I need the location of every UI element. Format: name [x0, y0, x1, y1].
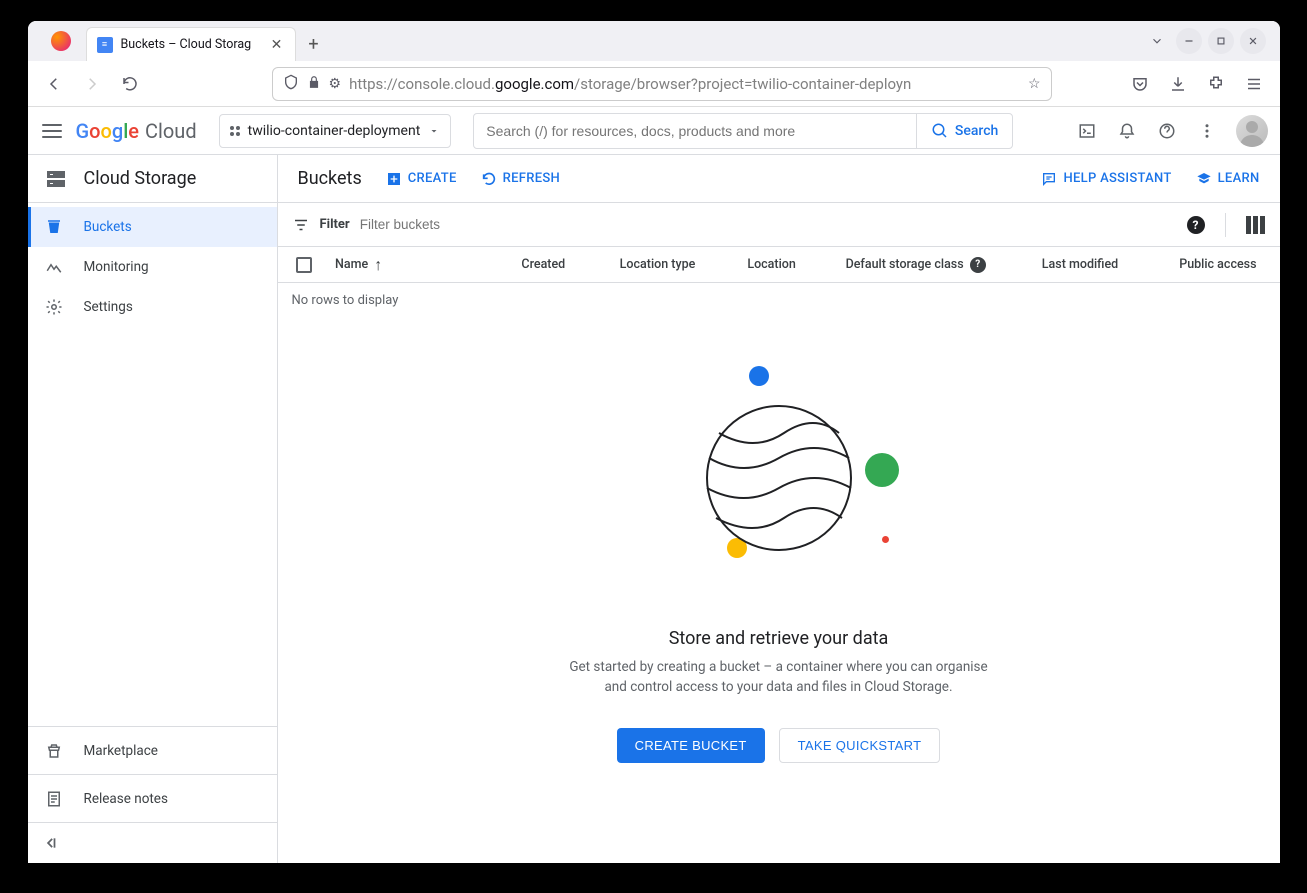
select-all-checkbox[interactable]	[296, 257, 312, 273]
sidebar-header[interactable]: Cloud Storage	[28, 155, 277, 203]
column-public-access[interactable]: Public access	[1171, 257, 1269, 272]
sidebar-item-label: Monitoring	[84, 259, 149, 275]
table-header: Name↑ Created Location type Location Def…	[278, 247, 1280, 283]
tab-favicon-icon: ≡	[97, 37, 113, 53]
create-bucket-button[interactable]: CREATE BUCKET	[617, 728, 765, 763]
project-picker[interactable]: twilio-container-deployment	[219, 114, 452, 148]
empty-state-title: Store and retrieve your data	[669, 628, 889, 649]
search-icon	[931, 122, 949, 140]
shield-icon	[283, 74, 299, 94]
bookmark-icon[interactable]: ☆	[1028, 76, 1041, 92]
browser-tab-bar: ≡ Buckets – Cloud Storag ✕ +	[28, 21, 1280, 61]
avatar[interactable]	[1236, 115, 1268, 147]
column-created[interactable]: Created	[513, 257, 611, 272]
refresh-icon	[481, 171, 497, 187]
learn-icon	[1196, 171, 1212, 187]
cloud-shell-icon[interactable]	[1076, 120, 1098, 142]
close-window-icon[interactable]	[1238, 26, 1268, 56]
gcp-header: Google Cloud twilio-container-deployment…	[28, 107, 1280, 155]
firefox-icon	[36, 21, 86, 61]
take-quickstart-button[interactable]: TAKE QUICKSTART	[779, 728, 941, 763]
collapse-sidebar-button[interactable]	[28, 823, 277, 863]
filter-icon	[292, 216, 310, 234]
column-display-icon[interactable]	[1246, 216, 1266, 234]
notifications-icon[interactable]	[1116, 120, 1138, 142]
tab-title: Buckets – Cloud Storag	[121, 37, 261, 52]
column-location[interactable]: Location	[739, 257, 837, 272]
divider	[1225, 213, 1226, 237]
notes-icon	[44, 789, 64, 809]
search-button[interactable]: Search	[916, 114, 1012, 148]
pocket-icon[interactable]	[1124, 68, 1156, 100]
more-icon[interactable]	[1196, 120, 1218, 142]
create-button[interactable]: CREATE	[386, 171, 457, 187]
sidebar-item-settings[interactable]: Settings	[28, 287, 277, 327]
nav-menu-button[interactable]	[40, 119, 64, 143]
sidebar-item-label: Release notes	[84, 791, 168, 807]
filter-label: Filter	[320, 217, 350, 232]
reload-button[interactable]	[114, 68, 146, 100]
sidebar-item-monitoring[interactable]: Monitoring	[28, 247, 277, 287]
extensions-icon[interactable]	[1200, 68, 1232, 100]
back-button[interactable]	[38, 68, 70, 100]
filter-input[interactable]	[360, 217, 1177, 232]
plus-icon	[386, 171, 402, 187]
url-field[interactable]: ⚙ https://console.cloud.google.com/stora…	[272, 67, 1052, 101]
page-header: Buckets CREATE REFRESH HELP ASSISTANT	[278, 155, 1280, 203]
permissions-icon[interactable]: ⚙	[329, 76, 342, 92]
empty-state-description: Get started by creating a bucket – a con…	[559, 657, 999, 698]
marketplace-icon	[44, 741, 64, 761]
downloads-icon[interactable]	[1162, 68, 1194, 100]
sidebar-item-release-notes[interactable]: Release notes	[28, 775, 277, 823]
chevron-left-icon	[44, 836, 58, 850]
help-icon[interactable]	[1156, 120, 1178, 142]
empty-table-message: No rows to display	[278, 283, 1280, 318]
refresh-button[interactable]: REFRESH	[481, 171, 560, 187]
empty-state: Store and retrieve your data Get started…	[278, 318, 1280, 783]
browser-toolbar: ⚙ https://console.cloud.google.com/stora…	[28, 61, 1280, 107]
minimize-window-icon[interactable]	[1174, 26, 1204, 56]
empty-illustration	[639, 358, 919, 598]
sidebar-item-marketplace[interactable]: Marketplace	[28, 727, 277, 775]
sort-arrow-icon: ↑	[374, 255, 382, 275]
monitoring-icon	[44, 257, 64, 277]
menu-icon[interactable]	[1238, 68, 1270, 100]
chevron-down-icon	[428, 125, 440, 137]
bucket-icon	[44, 217, 64, 237]
column-storage-class[interactable]: Default storage class?	[838, 257, 1034, 273]
filter-bar: Filter ?	[278, 203, 1280, 247]
filter-help-icon[interactable]: ?	[1187, 216, 1205, 234]
column-name[interactable]: Name↑	[327, 255, 513, 275]
gear-icon	[44, 297, 64, 317]
tab-close-icon[interactable]: ✕	[269, 37, 285, 53]
sidebar-item-label: Marketplace	[84, 743, 158, 759]
project-name: twilio-container-deployment	[248, 123, 421, 139]
main-content: Buckets CREATE REFRESH HELP ASSISTANT	[278, 155, 1280, 863]
forward-button[interactable]	[76, 68, 108, 100]
new-tab-button[interactable]: +	[300, 30, 328, 58]
page-title: Buckets	[298, 168, 362, 189]
help-tooltip-icon[interactable]: ?	[970, 257, 986, 273]
cloud-storage-icon	[44, 167, 68, 191]
learn-button[interactable]: LEARN	[1196, 171, 1260, 187]
help-assistant-button[interactable]: HELP ASSISTANT	[1041, 171, 1171, 187]
column-last-modified[interactable]: Last modified	[1034, 257, 1171, 272]
search-box: Search	[473, 113, 1013, 149]
sidebar-item-label: Buckets	[84, 219, 132, 235]
url-text: https://console.cloud.google.com/storage…	[349, 75, 911, 93]
tabs-dropdown-icon[interactable]	[1142, 26, 1172, 56]
gcp-logo[interactable]: Google Cloud	[76, 119, 197, 143]
chat-icon	[1041, 171, 1057, 187]
column-location-type[interactable]: Location type	[612, 257, 740, 272]
sidebar: Cloud Storage Buckets Monitoring Setting…	[28, 155, 278, 863]
browser-tab[interactable]: ≡ Buckets – Cloud Storag ✕	[86, 27, 296, 61]
lock-icon	[307, 75, 321, 93]
sidebar-item-label: Settings	[84, 299, 133, 315]
search-input[interactable]	[474, 123, 916, 139]
sidebar-title: Cloud Storage	[84, 168, 197, 189]
maximize-window-icon[interactable]	[1206, 26, 1236, 56]
project-icon	[230, 126, 240, 136]
sidebar-item-buckets[interactable]: Buckets	[28, 207, 277, 247]
